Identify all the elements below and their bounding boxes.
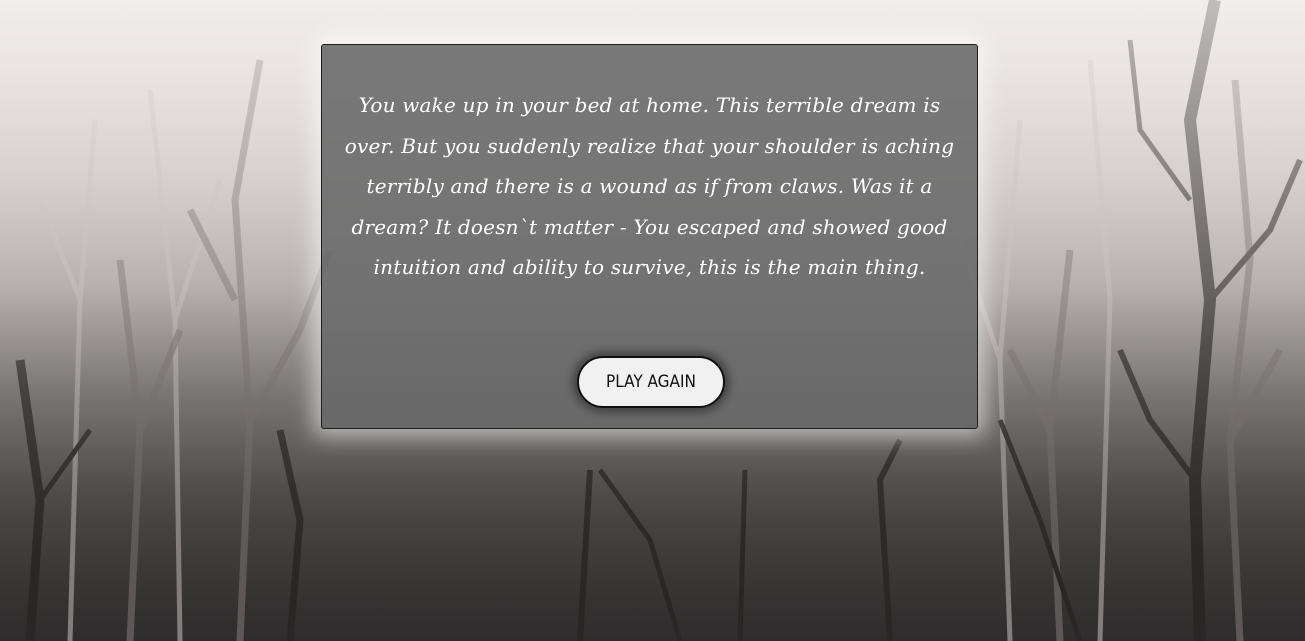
story-panel: You wake up in your bed at home. This te… bbox=[321, 44, 978, 429]
play-again-button[interactable]: PLAY AGAIN bbox=[577, 356, 725, 408]
story-text: You wake up in your bed at home. This te… bbox=[344, 93, 955, 279]
